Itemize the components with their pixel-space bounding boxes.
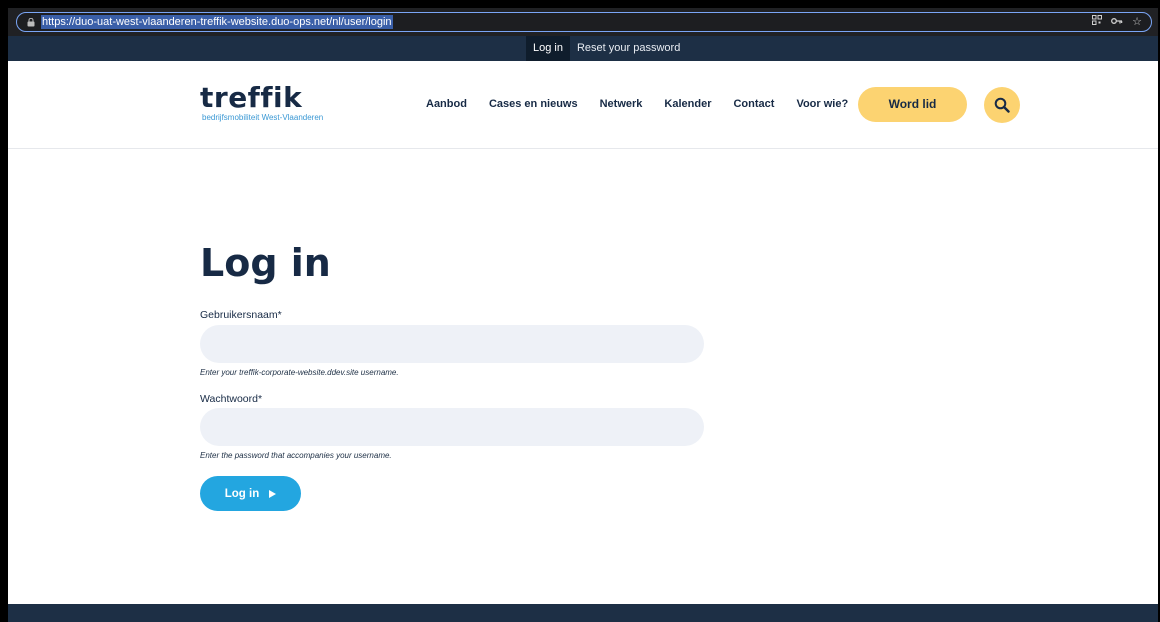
login-submit-label: Log in bbox=[224, 487, 260, 500]
login-submit-button[interactable]: Log in bbox=[200, 476, 301, 511]
word-lid-button[interactable]: Word lid bbox=[858, 87, 967, 122]
password-label: Wachtwoord* bbox=[200, 393, 263, 405]
nav-item-kalender[interactable]: Kalender bbox=[664, 89, 711, 119]
lock-icon bbox=[27, 18, 35, 27]
nav-item-voor-wie[interactable]: Voor wie? bbox=[796, 89, 848, 119]
key-icon[interactable] bbox=[1111, 15, 1123, 29]
site-header: treffik bedrijfsmobiliteit West-Vlaander… bbox=[8, 61, 1158, 149]
username-label: Gebruikersnaam* bbox=[200, 309, 282, 321]
search-icon bbox=[994, 97, 1010, 113]
username-input[interactable] bbox=[200, 325, 704, 363]
nav-item-netwerk[interactable]: Netwerk bbox=[600, 89, 643, 119]
play-arrow-icon bbox=[269, 489, 277, 498]
url-text: https://duo-uat-west-vlaanderen-treffik-… bbox=[41, 15, 393, 29]
page-title: Log in bbox=[200, 241, 331, 285]
qr-code-icon[interactable] bbox=[1091, 15, 1103, 29]
username-help: Enter your treffik-corporate-website.dde… bbox=[200, 368, 399, 377]
browser-window: https://duo-uat-west-vlaanderen-treffik-… bbox=[8, 8, 1158, 622]
main-nav: Aanbod Cases en nieuws Netwerk Kalender … bbox=[426, 89, 848, 119]
treffik-logo[interactable]: treffik bedrijfsmobiliteit West-Vlaander… bbox=[200, 83, 350, 127]
url-field[interactable]: https://duo-uat-west-vlaanderen-treffik-… bbox=[16, 12, 1152, 32]
admin-tabs-bar: Log in Reset your password bbox=[8, 36, 1158, 61]
nav-item-cases-en-nieuws[interactable]: Cases en nieuws bbox=[489, 89, 578, 119]
star-icon[interactable]: ☆ bbox=[1131, 15, 1143, 29]
logo-wordmark: treffik bbox=[200, 81, 303, 114]
nav-item-contact[interactable]: Contact bbox=[733, 89, 774, 119]
site-footer bbox=[8, 604, 1158, 622]
search-button[interactable] bbox=[984, 87, 1020, 123]
tab-log-in[interactable]: Log in bbox=[526, 36, 570, 61]
browser-address-bar: https://duo-uat-west-vlaanderen-treffik-… bbox=[8, 8, 1158, 36]
password-help: Enter the password that accompanies your… bbox=[200, 451, 392, 460]
password-input[interactable] bbox=[200, 408, 704, 446]
nav-item-aanbod[interactable]: Aanbod bbox=[426, 89, 467, 119]
logo-tagline: bedrijfsmobiliteit West-Vlaanderen bbox=[202, 113, 324, 122]
tab-reset-password[interactable]: Reset your password bbox=[570, 36, 687, 61]
